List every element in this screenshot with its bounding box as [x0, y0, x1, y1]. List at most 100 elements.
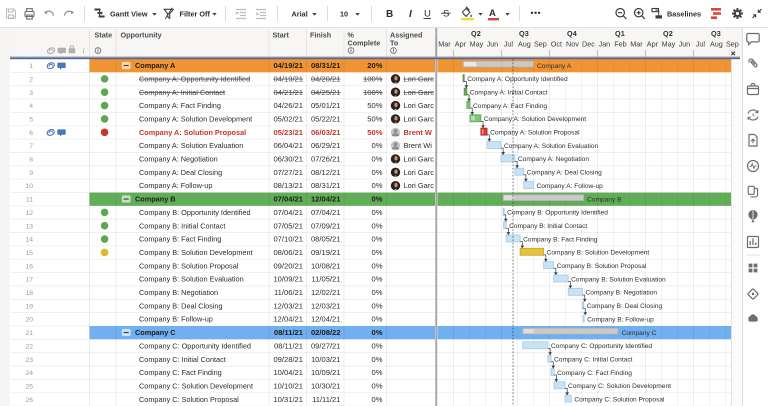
svg-text:5: 5	[29, 116, 33, 123]
svg-text:8: 8	[29, 157, 33, 164]
svg-text:Company C: Solution Developmen: Company C: Solution Development	[139, 381, 253, 390]
svg-text:08/11/21: 08/11/21	[274, 328, 304, 337]
svg-text:08/05/21: 08/05/21	[311, 235, 341, 244]
svg-text:Company B: Solution Developmen: Company B: Solution Development	[547, 250, 650, 257]
svg-text:Mar: Mar	[630, 40, 643, 49]
svg-text:Company A: Opportunity Identif: Company A: Opportunity Identified	[467, 76, 568, 83]
svg-text:Q1: Q1	[615, 29, 625, 38]
svg-text:Sep: Sep	[726, 40, 739, 49]
svg-text:6: 6	[29, 130, 33, 137]
svg-text:0%: 0%	[372, 155, 383, 164]
svg-text:0%: 0%	[372, 355, 383, 364]
svg-text:20: 20	[25, 317, 33, 324]
svg-text:0%: 0%	[372, 194, 383, 203]
svg-text:Company B: Company B	[135, 194, 176, 203]
svg-text:12/04/21: 12/04/21	[311, 194, 341, 203]
svg-text:07/04/21: 07/04/21	[311, 208, 341, 217]
svg-text:Q2: Q2	[663, 29, 673, 38]
svg-text:0%: 0%	[372, 141, 383, 150]
svg-text:•••: •••	[531, 7, 542, 17]
svg-text:13: 13	[25, 223, 33, 230]
svg-text:Company B: Initial Contact: Company B: Initial Contact	[509, 223, 587, 230]
svg-text:S: S	[443, 9, 449, 20]
svg-text:11/06/21: 11/06/21	[274, 288, 303, 297]
svg-text:Company C: Company C	[135, 328, 176, 337]
svg-text:To: To	[390, 39, 399, 48]
svg-text:Company C: Opportunity Identif: Company C: Opportunity Identified	[139, 341, 251, 350]
svg-text:Brent Wi: Brent Wi	[404, 141, 433, 150]
svg-text:Company A: Solution Evaluation: Company A: Solution Evaluation	[139, 141, 243, 150]
svg-text:50%: 50%	[367, 128, 382, 137]
svg-text:22: 22	[25, 343, 33, 350]
svg-text:10/30/21: 10/30/21	[311, 381, 341, 390]
svg-text:Company C: Initial Contact: Company C: Initial Contact	[139, 355, 226, 364]
svg-text:08/12/21: 08/12/21	[311, 168, 341, 177]
svg-text:Q2: Q2	[471, 29, 481, 38]
svg-text:Company A: Solution Proposal: Company A: Solution Proposal	[490, 130, 580, 137]
svg-text:Apr: Apr	[455, 40, 467, 49]
svg-text:0%: 0%	[372, 168, 383, 177]
svg-text:B: B	[386, 9, 393, 20]
svg-text:Company C: Initial Contact: Company C: Initial Contact	[554, 356, 633, 363]
svg-text:0%: 0%	[372, 368, 383, 377]
svg-text:0%: 0%	[372, 235, 383, 244]
svg-text:Dec: Dec	[582, 40, 595, 49]
svg-text:05/23/21: 05/23/21	[273, 128, 303, 137]
svg-text:12/04/21: 12/04/21	[311, 315, 341, 324]
svg-text:04/20/21: 04/20/21	[311, 74, 341, 83]
svg-text:Company A: Solution Evaluation: Company A: Solution Evaluation	[504, 143, 599, 150]
svg-text:06/29/21: 06/29/21	[311, 141, 341, 150]
svg-text:4: 4	[29, 103, 33, 110]
svg-text:07/10/21: 07/10/21	[273, 235, 303, 244]
svg-text:09/20/21: 09/20/21	[273, 261, 303, 270]
svg-text:Lori Garc: Lori Garc	[404, 74, 435, 83]
svg-text:Sep: Sep	[534, 40, 547, 49]
svg-text:11/05/21: 11/05/21	[312, 275, 341, 284]
svg-text:0%: 0%	[372, 208, 383, 217]
svg-text:1: 1	[29, 63, 33, 70]
svg-text:12/03/21: 12/03/21	[311, 301, 341, 310]
svg-text:12/04/21: 12/04/21	[273, 315, 303, 324]
svg-text:Nov: Nov	[566, 40, 579, 49]
svg-text:09/28/21: 09/28/21	[273, 355, 303, 364]
svg-text:Company C: Fact Finding: Company C: Fact Finding	[139, 368, 222, 377]
svg-text:19: 19	[25, 303, 33, 310]
svg-text:06/03/21: 06/03/21	[311, 128, 341, 137]
svg-text:Company B: Deal Closing: Company B: Deal Closing	[587, 303, 663, 310]
svg-text:Oct: Oct	[551, 40, 562, 49]
svg-text:0%: 0%	[372, 181, 383, 190]
svg-text:7: 7	[29, 143, 33, 150]
svg-text:Jan: Jan	[599, 40, 611, 49]
svg-text:Company A: Initial Contact: Company A: Initial Contact	[139, 88, 225, 97]
svg-text:Company A: Solution Developmen: Company A: Solution Development	[139, 114, 252, 123]
svg-text:08/11/21: 08/11/21	[274, 341, 303, 350]
svg-text:Lori Garc: Lori Garc	[404, 114, 435, 123]
svg-text:10/03/21: 10/03/21	[311, 355, 341, 364]
svg-text:Company A: Initial Contact: Company A: Initial Contact	[470, 89, 548, 96]
svg-text:I: I	[409, 9, 412, 20]
svg-text:0%: 0%	[372, 221, 383, 230]
svg-text:Company A: Solution Proposal: Company A: Solution Proposal	[139, 128, 246, 137]
svg-text:3: 3	[29, 90, 33, 97]
svg-text:Aug: Aug	[518, 40, 531, 49]
svg-text:16: 16	[25, 263, 33, 270]
svg-text:Jul: Jul	[696, 40, 706, 49]
svg-text:Complete: Complete	[348, 39, 381, 48]
svg-text:Gantt View: Gantt View	[110, 9, 148, 18]
svg-text:07/04/21: 07/04/21	[273, 208, 303, 217]
svg-text:Aug: Aug	[710, 40, 723, 49]
svg-text:Company B: Opportunity Identif: Company B: Opportunity Identified	[139, 208, 251, 217]
svg-text:Jul: Jul	[504, 40, 514, 49]
svg-text:Company B: Opportunity Identif: Company B: Opportunity Identified	[507, 210, 608, 217]
svg-text:04/21/21: 04/21/21	[273, 88, 303, 97]
svg-text:23: 23	[25, 357, 33, 364]
svg-text:Lori Garc: Lori Garc	[404, 88, 435, 97]
svg-text:Apr: Apr	[647, 40, 659, 49]
svg-text:Opportunity: Opportunity	[121, 31, 162, 40]
svg-text:09/19/21: 09/19/21	[311, 248, 341, 257]
svg-text:11: 11	[26, 197, 33, 204]
svg-text:Company A: Negotiation: Company A: Negotiation	[518, 156, 589, 163]
svg-text:Lori Garc: Lori Garc	[404, 168, 435, 177]
svg-text:18: 18	[25, 290, 33, 297]
svg-text:Company A: Follow-up: Company A: Follow-up	[139, 181, 212, 190]
